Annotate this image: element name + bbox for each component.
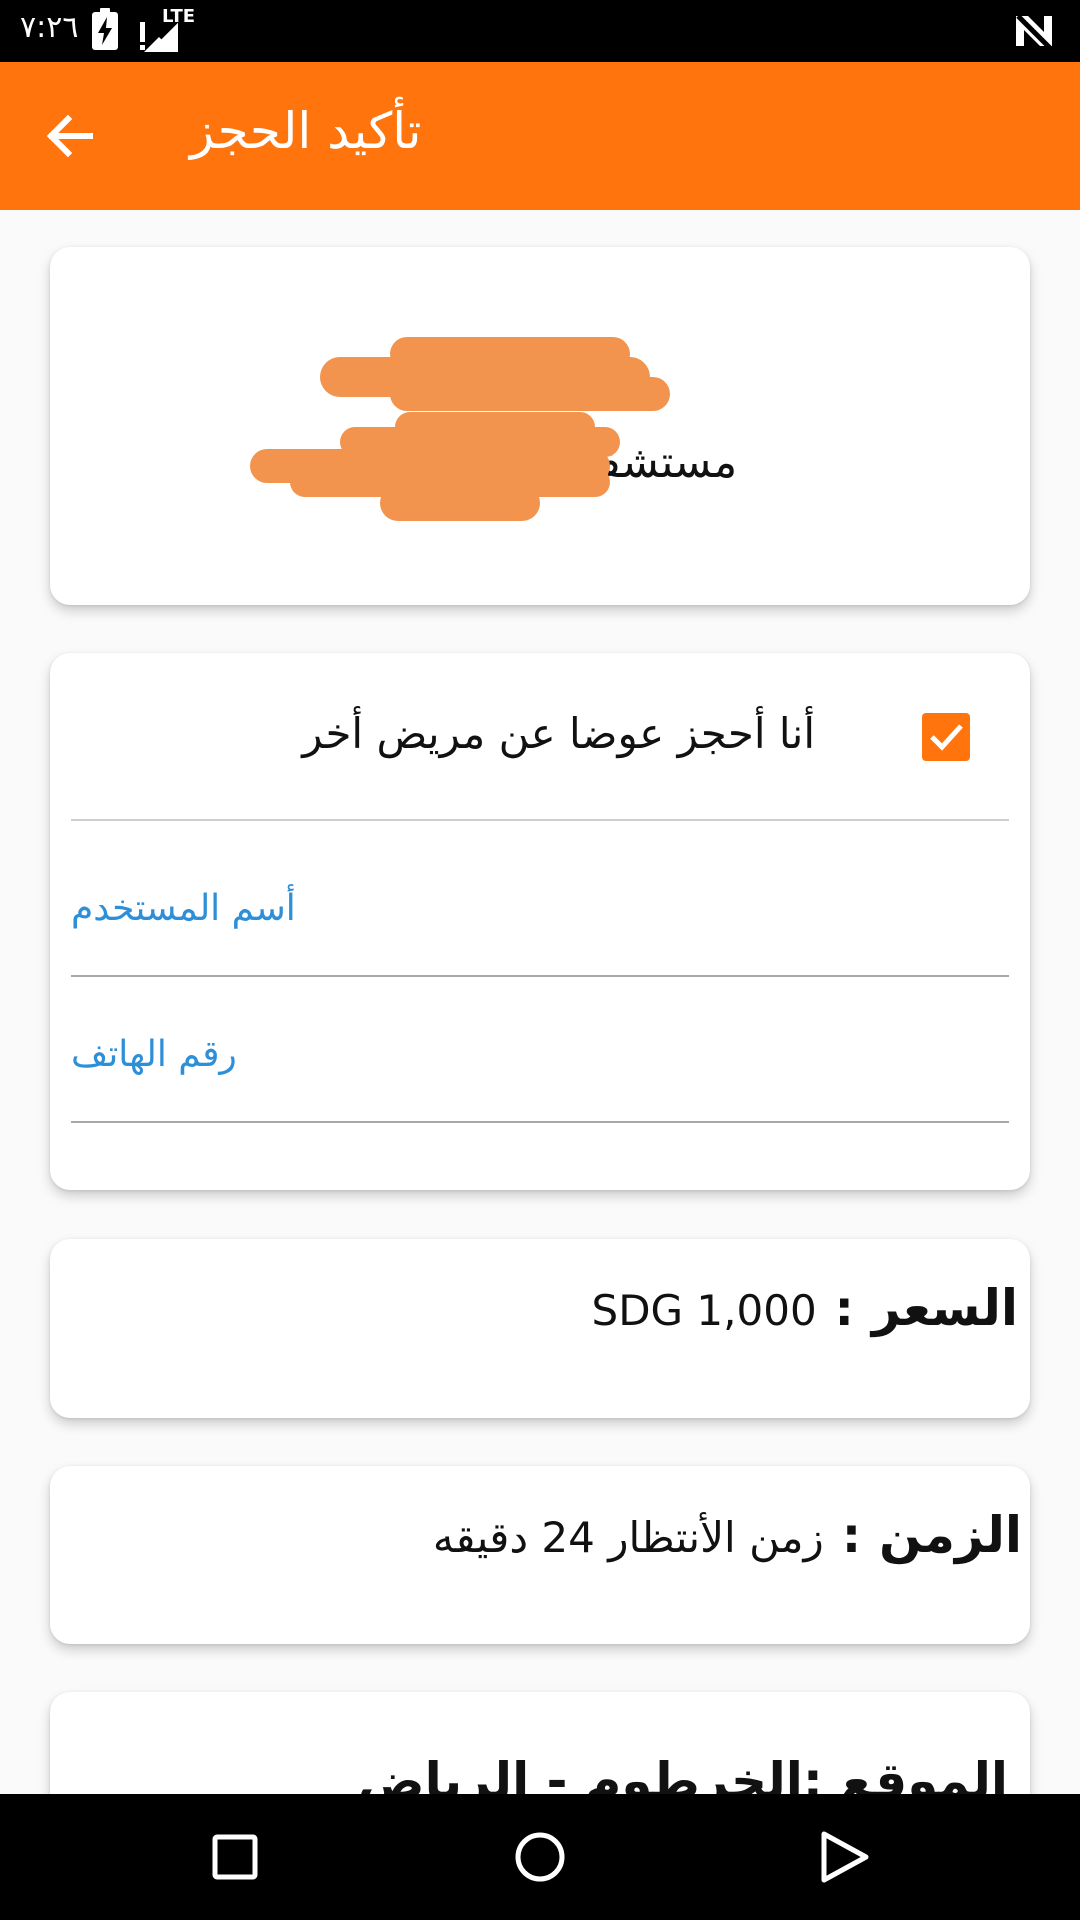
time-value: زمن الأنتظار 24 دقيقه xyxy=(432,1513,824,1562)
phone-placeholder: رقم الهاتف xyxy=(71,1034,237,1075)
system-nav-bar xyxy=(0,1794,1080,1920)
time-row: الزمن : زمن الأنتظار 24 دقيقه xyxy=(433,1506,1022,1564)
battery-charging-icon xyxy=(92,8,118,50)
divider xyxy=(71,819,1009,821)
doctor-card: د مستشفي الـ تخصصي xyxy=(50,247,1030,605)
nfc-icon xyxy=(1014,12,1054,50)
status-time: ٧:٢٦ xyxy=(20,10,79,45)
username-placeholder: أسم المستخدم xyxy=(71,888,296,929)
on-behalf-checkbox[interactable] xyxy=(922,713,970,761)
time-card: الزمن : زمن الأنتظار 24 دقيقه xyxy=(50,1466,1030,1644)
home-icon[interactable] xyxy=(505,1822,575,1892)
price-value: SDG 1,000 xyxy=(591,1286,817,1335)
status-bar: ٧:٢٦ LTE xyxy=(0,0,1080,62)
phone-input[interactable]: رقم الهاتف xyxy=(71,1013,1009,1123)
page-title: تأكيد الحجز xyxy=(190,102,422,160)
price-card: السعر : SDG 1,000 xyxy=(50,1239,1030,1418)
back-triangle-icon[interactable] xyxy=(810,1822,880,1892)
time-label: الزمن xyxy=(879,1506,1022,1564)
redaction-scribble xyxy=(250,337,670,521)
price-label: السعر xyxy=(871,1279,1018,1337)
price-colon: : xyxy=(834,1281,854,1337)
network-type-label: LTE xyxy=(162,6,196,27)
on-behalf-label[interactable]: أنا أحجز عوضا عن مريض أخر xyxy=(302,709,815,758)
price-row: السعر : SDG 1,000 xyxy=(592,1279,1018,1337)
app-bar: تأكيد الحجز xyxy=(0,62,1080,210)
username-input[interactable]: أسم المستخدم xyxy=(71,867,1009,977)
time-colon: : xyxy=(841,1508,862,1564)
arrow-back-icon[interactable] xyxy=(44,110,96,162)
recents-icon[interactable] xyxy=(200,1822,270,1892)
